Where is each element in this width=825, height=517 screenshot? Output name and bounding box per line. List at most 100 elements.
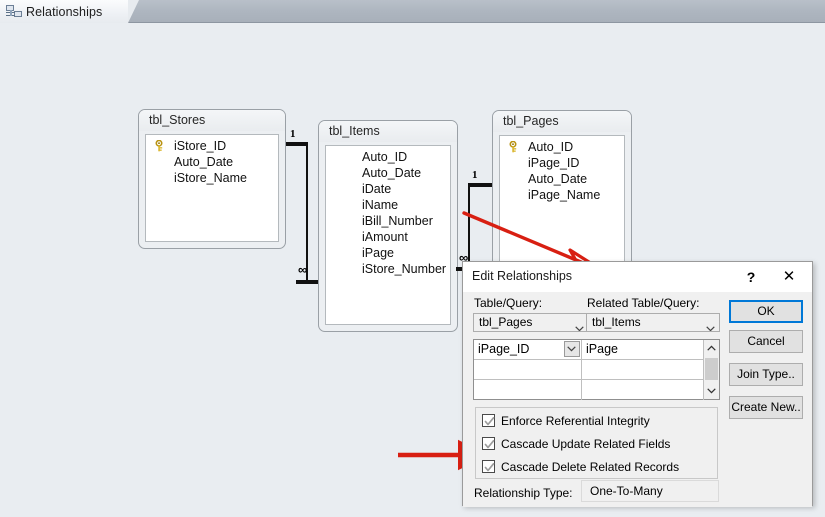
relationship-line-segment [296, 280, 318, 284]
field-row[interactable]: iStore_Name [146, 170, 278, 186]
chevron-down-icon[interactable] [564, 341, 580, 357]
cardinality-many: ∞ [298, 262, 307, 277]
table-box-tbl-pages[interactable]: tbl_Pages Auto_ID iPage_ID Auto_Date iPa… [492, 110, 632, 275]
scroll-down-icon[interactable] [704, 383, 719, 399]
scrollbar-thumb[interactable] [705, 358, 718, 380]
relationships-icon [6, 4, 23, 19]
dialog-title: Edit Relationships [472, 269, 573, 283]
field-name: Auto_Date [174, 155, 234, 169]
relationship-line-segment [468, 183, 470, 269]
primary-key-icon [509, 140, 520, 153]
grid-cell-right[interactable]: iPage [582, 340, 704, 359]
grid-cell-value: iPage_ID [478, 342, 530, 356]
table-field-list[interactable]: iStore_ID Auto_Date iStore_Name [145, 134, 279, 242]
table-title: tbl_Pages [493, 111, 631, 132]
field-name: iStore_Number [362, 262, 447, 276]
grid-cell-right[interactable] [582, 380, 704, 400]
dialog-body: Table/Query: Related Table/Query: tbl_Pa… [463, 292, 812, 507]
field-name: iPage [362, 246, 394, 260]
field-name: Auto_Date [528, 172, 588, 186]
field-name: iBill_Number [362, 214, 433, 228]
edit-relationships-dialog[interactable]: Edit Relationships ? ✕ Table/Query: Rela… [462, 261, 813, 507]
field-row[interactable]: iPage_ID [500, 155, 624, 171]
relationship-type-label: Relationship Type: [474, 486, 573, 500]
field-name: iPage_ID [528, 156, 580, 170]
related-table-query-value: tbl_Items [592, 315, 641, 329]
grid-row[interactable]: iPage_ID iPage [474, 340, 719, 360]
grid-cell-left[interactable] [474, 360, 582, 379]
relationship-line-segment [286, 142, 308, 146]
table-field-list[interactable]: Auto_ID Auto_Date iDate iName iBill_Numb… [325, 145, 451, 325]
field-name: iStore_Name [174, 171, 247, 185]
join-type-button[interactable]: Join Type.. [729, 363, 803, 386]
checkbox-cascade-delete-related-records[interactable] [482, 460, 495, 473]
relationship-type-value: One-To-Many [581, 480, 719, 502]
field-row[interactable]: iAmount [326, 229, 450, 245]
create-new-button[interactable]: Create New.. [729, 396, 803, 419]
table-title: tbl_Items [319, 121, 457, 142]
table-query-value: tbl_Pages [479, 315, 533, 329]
field-row[interactable]: iPage [326, 245, 450, 261]
grid-cell-left[interactable]: iPage_ID [474, 340, 582, 359]
cardinality-one: 1 [290, 128, 296, 140]
field-name: iAmount [362, 230, 408, 244]
checkbox-label: Cascade Delete Related Records [501, 459, 680, 474]
grid-row[interactable] [474, 380, 719, 400]
field-name: iPage_Name [528, 188, 601, 202]
field-row[interactable]: iStore_ID [146, 138, 278, 154]
table-query-combo[interactable]: tbl_Pages [473, 313, 589, 332]
field-name: Auto_ID [528, 140, 574, 154]
grid-cell-value: iPage [586, 342, 618, 356]
grid-scrollbar[interactable] [703, 340, 719, 399]
close-icon[interactable]: ✕ [776, 266, 802, 288]
ok-button[interactable]: OK [729, 300, 803, 323]
checkbox-cascade-update-related-fields[interactable] [482, 437, 495, 450]
cancel-button[interactable]: Cancel [729, 330, 803, 353]
related-table-query-label: Related Table/Query: [587, 296, 700, 310]
checkbox-enforce-referential-integrity[interactable] [482, 414, 495, 427]
dialog-titlebar[interactable]: Edit Relationships ? ✕ [463, 262, 812, 292]
field-row[interactable]: iName [326, 197, 450, 213]
checkbox-row-cascade-delete-related-records[interactable]: Cascade Delete Related Records [482, 458, 679, 475]
grid-row[interactable] [474, 360, 719, 380]
grid-cell-right[interactable] [582, 360, 704, 379]
referential-integrity-group: Enforce Referential Integrity Cascade Up… [475, 407, 718, 479]
table-query-label: Table/Query: [474, 296, 543, 310]
field-name: iName [362, 198, 399, 212]
scroll-up-icon[interactable] [704, 340, 719, 356]
checkbox-label: Cascade Update Related Fields [501, 436, 671, 451]
relationship-line-segment [468, 183, 492, 187]
help-icon[interactable]: ? [740, 266, 762, 288]
tab-label: Relationships [26, 4, 103, 19]
table-field-list[interactable]: Auto_ID iPage_ID Auto_Date iPage_Name [499, 135, 625, 268]
grid-cell-left[interactable] [474, 380, 582, 400]
related-table-query-combo[interactable]: tbl_Items [586, 313, 720, 332]
table-box-tbl-stores[interactable]: tbl_Stores iStore_ID Auto_Date iStore_Na… [138, 109, 286, 249]
field-row[interactable]: Auto_Date [146, 154, 278, 170]
checkbox-row-cascade-update-related-fields[interactable]: Cascade Update Related Fields [482, 435, 670, 452]
field-name: iDate [362, 182, 392, 196]
chevron-down-icon [575, 320, 584, 331]
checkbox-label: Enforce Referential Integrity [501, 413, 650, 428]
field-row[interactable]: Auto_ID [326, 149, 450, 165]
cardinality-one: 1 [472, 169, 478, 181]
field-name: Auto_Date [362, 166, 422, 180]
tab-relationships[interactable]: Relationships [0, 0, 140, 23]
field-row[interactable]: iStore_Number [326, 261, 450, 277]
field-mapping-grid[interactable]: iPage_ID iPage [473, 339, 720, 400]
field-row[interactable]: iPage_Name [500, 187, 624, 203]
field-row[interactable]: iDate [326, 181, 450, 197]
field-row[interactable]: Auto_Date [326, 165, 450, 181]
table-title: tbl_Stores [139, 110, 285, 131]
field-name: Auto_ID [362, 150, 408, 164]
tab-strip: Relationships [0, 0, 825, 23]
chevron-down-icon [706, 320, 715, 331]
checkbox-row-enforce-referential-integrity[interactable]: Enforce Referential Integrity [482, 412, 650, 429]
field-row[interactable]: Auto_Date [500, 171, 624, 187]
primary-key-icon [155, 139, 166, 152]
relationship-line-segment [306, 142, 308, 282]
table-box-tbl-items[interactable]: tbl_Items Auto_ID Auto_Date iDate iName … [318, 120, 458, 332]
field-name: iStore_ID [174, 139, 227, 153]
field-row[interactable]: iBill_Number [326, 213, 450, 229]
field-row[interactable]: Auto_ID [500, 139, 624, 155]
